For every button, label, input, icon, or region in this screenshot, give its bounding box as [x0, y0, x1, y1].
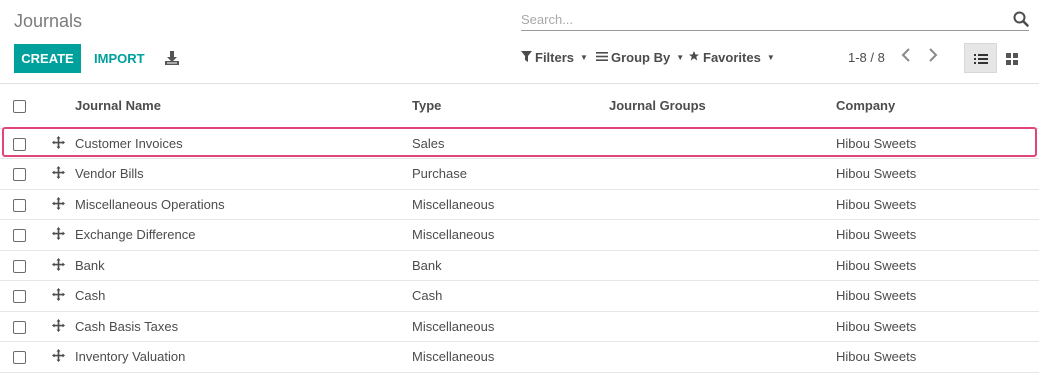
move-arrows-icon[interactable]	[52, 196, 65, 213]
cell-type[interactable]: Bank	[412, 250, 609, 281]
table-row[interactable]: Miscellaneous Operations Miscellaneous Hib…	[0, 189, 1039, 220]
header-journal-name[interactable]: Journal Name	[75, 84, 412, 129]
list-icon	[974, 52, 988, 70]
cell-company[interactable]: Hibou Sweets	[836, 311, 1039, 342]
cell-type[interactable]: Miscellaneous	[412, 342, 609, 373]
table-row[interactable]: Inventory Valuation Miscellaneous Hibou Sw…	[0, 342, 1039, 373]
group-by-label: Group By	[611, 50, 671, 65]
cell-journal-name[interactable]: Exchange Difference	[75, 220, 412, 251]
cell-company[interactable]: Hibou Sweets	[836, 281, 1039, 312]
select-all-checkbox[interactable]	[13, 100, 26, 114]
table-row[interactable]: Exchange Difference Miscellaneous Hibou Sw…	[0, 220, 1039, 251]
table-row[interactable]: Bank Bank Hibou Sweets	[0, 250, 1039, 281]
grid-icon	[1006, 52, 1018, 70]
import-button[interactable]: IMPORT	[88, 44, 151, 73]
pager-value[interactable]: 1-8 / 8	[848, 50, 885, 65]
caret-down-icon: ▼	[676, 53, 685, 62]
cell-journal-groups[interactable]	[609, 281, 836, 312]
table-row[interactable]: Vendor Bills Purchase Hibou Sweets	[0, 159, 1039, 190]
table-row[interactable]: Customer Invoices Sales Hibou Sweets	[0, 128, 1039, 159]
group-by-dropdown[interactable]: Group By ▼	[596, 50, 684, 65]
caret-down-icon: ▼	[766, 53, 775, 62]
cell-type[interactable]: Cash	[412, 281, 609, 312]
row-checkbox[interactable]	[13, 168, 26, 182]
cell-journal-groups[interactable]	[609, 220, 836, 251]
cell-journal-groups[interactable]	[609, 250, 836, 281]
cell-journal-groups[interactable]	[609, 189, 836, 220]
header-type[interactable]: Type	[412, 84, 609, 129]
cell-journal-name[interactable]: Miscellaneous Operations	[75, 189, 412, 220]
header-journal-groups[interactable]: Journal Groups	[609, 84, 836, 129]
row-checkbox[interactable]	[13, 290, 26, 304]
chevron-left-icon[interactable]	[899, 48, 913, 68]
table-row[interactable]: Cash Basis Taxes Miscellaneous Hibou Sweet…	[0, 311, 1039, 342]
cell-type[interactable]: Sales	[412, 128, 609, 159]
cell-journal-name[interactable]: Customer Invoices	[75, 128, 412, 159]
list-view-button[interactable]	[964, 43, 997, 73]
row-checkbox[interactable]	[13, 229, 26, 243]
cell-company[interactable]: Hibou Sweets	[836, 159, 1039, 190]
caret-down-icon: ▼	[580, 53, 588, 62]
cell-type[interactable]: Miscellaneous	[412, 220, 609, 251]
row-checkbox[interactable]	[13, 351, 26, 365]
search-input[interactable]	[521, 8, 1001, 30]
kanban-view-button[interactable]	[997, 43, 1027, 73]
row-checkbox[interactable]	[13, 259, 26, 273]
search-icon[interactable]	[1013, 11, 1029, 27]
row-checkbox[interactable]	[13, 320, 26, 334]
row-checkbox[interactable]	[13, 137, 26, 151]
table-row[interactable]: Cash Cash Hibou Sweets	[0, 281, 1039, 312]
cell-company[interactable]: Hibou Sweets	[836, 220, 1039, 251]
header-company[interactable]: Company	[836, 84, 1039, 129]
cell-journal-name[interactable]: Bank	[75, 250, 412, 281]
cell-type[interactable]: Miscellaneous	[412, 311, 609, 342]
cell-company[interactable]: Hibou Sweets	[836, 250, 1039, 281]
cell-journal-groups[interactable]	[609, 128, 836, 159]
move-arrows-icon[interactable]	[52, 227, 65, 243]
filters-label: Filters	[535, 50, 575, 65]
cell-journal-name[interactable]: Cash	[75, 281, 412, 312]
filter-icon	[521, 50, 532, 65]
cell-company[interactable]: Hibou Sweets	[836, 342, 1039, 373]
chevron-right-icon[interactable]	[926, 48, 940, 68]
star-icon	[688, 50, 700, 65]
move-arrows-icon[interactable]	[52, 288, 65, 304]
move-arrows-icon[interactable]	[52, 257, 65, 274]
move-arrows-icon[interactable]	[52, 349, 65, 365]
cell-type[interactable]: Purchase	[412, 159, 609, 190]
row-checkbox[interactable]	[13, 198, 26, 212]
favorites-label: Favorites	[703, 50, 761, 65]
move-arrows-icon[interactable]	[52, 135, 65, 152]
move-arrows-icon[interactable]	[52, 318, 65, 335]
cell-company[interactable]: Hibou Sweets	[836, 189, 1039, 220]
filters-dropdown[interactable]: Filters ▼	[521, 50, 588, 65]
download-icon[interactable]	[164, 50, 180, 66]
cell-company[interactable]: Hibou Sweets	[836, 128, 1039, 159]
page-title: Journals	[14, 11, 83, 31]
cell-journal-name[interactable]: Inventory Valuation	[75, 342, 412, 373]
favorites-dropdown[interactable]: Favorites ▼	[688, 50, 775, 65]
table-header-row: Journal Name Type Journal Groups Company	[0, 84, 1039, 129]
cell-journal-groups[interactable]	[609, 342, 836, 373]
cell-type[interactable]: Miscellaneous	[412, 189, 609, 220]
create-button[interactable]: CREATE	[14, 44, 81, 73]
cell-journal-name[interactable]: Vendor Bills	[75, 159, 412, 190]
search-bar	[521, 8, 1029, 31]
cell-journal-groups[interactable]	[609, 311, 836, 342]
move-arrows-icon[interactable]	[52, 166, 65, 182]
cell-journal-name[interactable]: Cash Basis Taxes	[75, 311, 412, 342]
journals-table: Journal Name Type Journal Groups Company…	[0, 84, 1039, 373]
cell-journal-groups[interactable]	[609, 159, 836, 190]
control-panel: Journals CREATE IMPORT Filters ▼ Group B…	[0, 0, 1039, 84]
bars-icon	[596, 50, 608, 65]
